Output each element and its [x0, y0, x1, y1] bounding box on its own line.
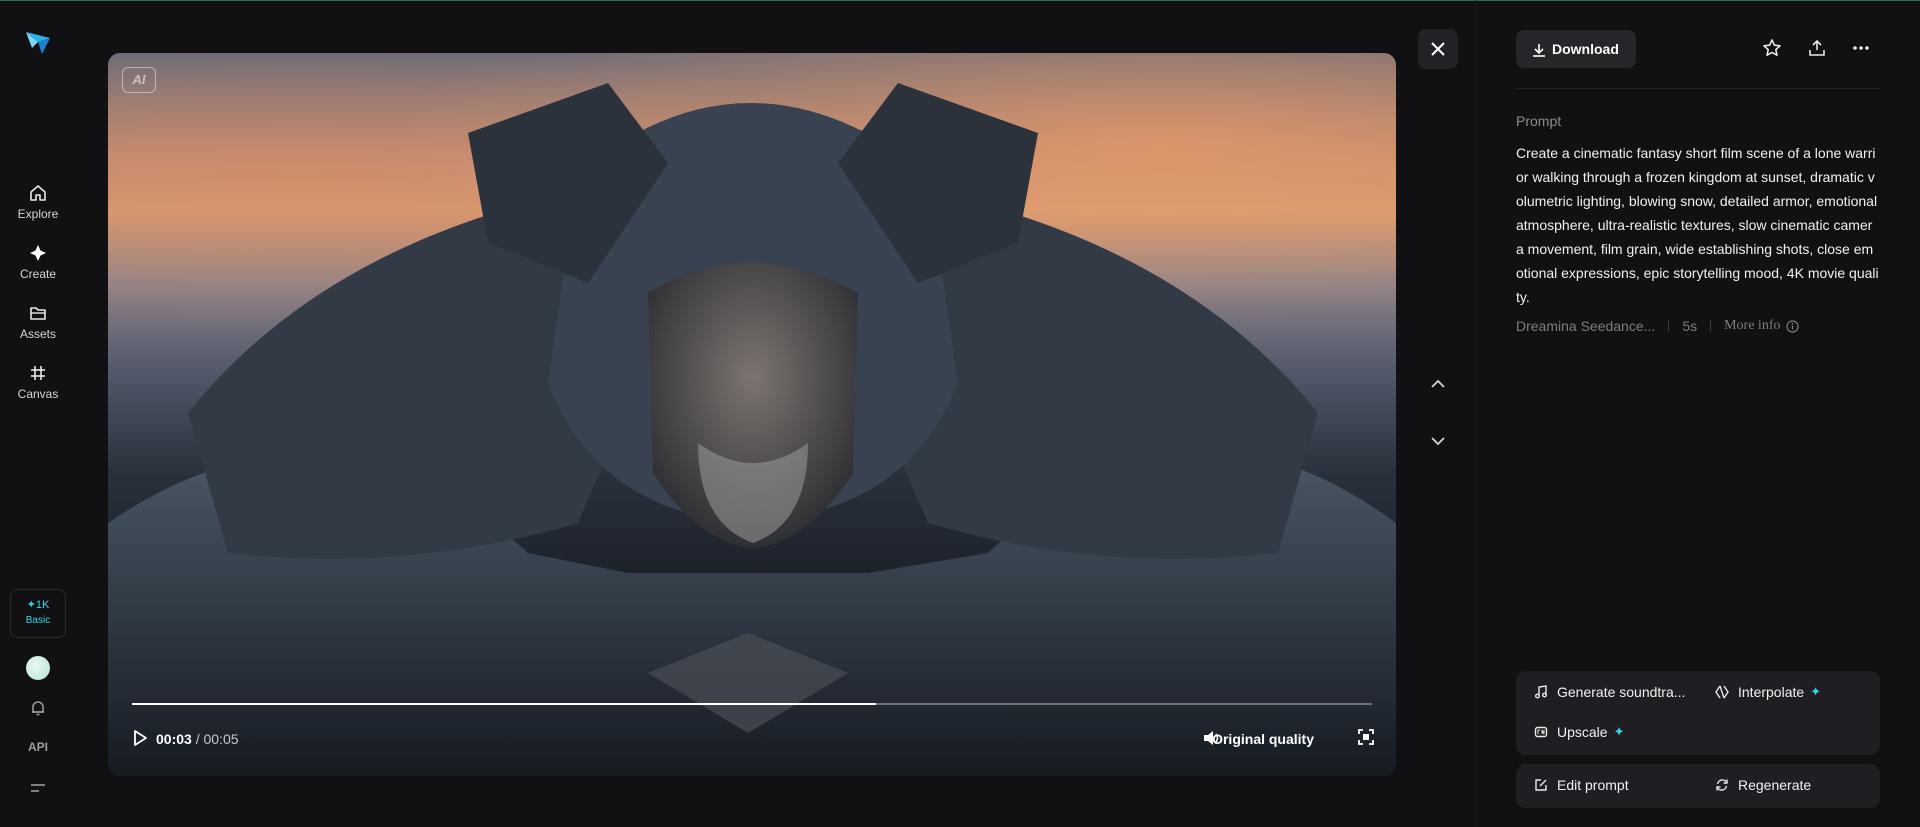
- upscale-icon: [1534, 726, 1548, 738]
- edit-prompt-label: Edit prompt: [1557, 777, 1629, 793]
- favorite-star-icon[interactable]: [1762, 38, 1782, 58]
- folder-icon: [30, 307, 46, 320]
- plan-name: Basic: [25, 615, 51, 626]
- nav-explore[interactable]: Explore: [0, 183, 76, 221]
- more-options-icon[interactable]: [1851, 38, 1871, 58]
- more-info-label: More info: [1724, 318, 1781, 333]
- credits-badge[interactable]: ✦1K Basic: [10, 589, 66, 638]
- bell-icon[interactable]: [29, 699, 47, 717]
- current-time: 00:03: [156, 731, 192, 747]
- quality-selector[interactable]: Original quality: [1212, 731, 1314, 747]
- regenerate-button[interactable]: Regenerate: [1715, 777, 1811, 793]
- credits-value: ✦1K: [26, 599, 50, 611]
- knight-scene-image: [108, 83, 1396, 776]
- video-time: 00:03 / 00:05: [156, 731, 239, 747]
- meta-separator: [1668, 320, 1670, 332]
- model-name: Dreamina Seedance...: [1516, 318, 1656, 334]
- interpolate-icon: [1715, 685, 1729, 699]
- download-button[interactable]: Download: [1516, 30, 1636, 68]
- api-link[interactable]: API: [0, 740, 76, 754]
- nav-create-label: Create: [19, 267, 57, 281]
- fullscreen-icon[interactable]: [1358, 729, 1374, 745]
- nav-canvas-label: Canvas: [17, 387, 59, 401]
- avatar[interactable]: [26, 656, 50, 680]
- nav-assets-label: Assets: [19, 327, 56, 341]
- video-length: 5s: [1682, 318, 1698, 334]
- interpolate-button[interactable]: Interpolate ✦: [1715, 684, 1821, 700]
- video-progress-fill: [132, 703, 876, 705]
- regenerate-label: Regenerate: [1738, 777, 1812, 793]
- info-icon: [1785, 319, 1799, 333]
- menu-icon[interactable]: [29, 780, 47, 796]
- time-separator: /: [191, 731, 204, 747]
- tools-panel: Generate soundtra... Interpolate ✦ Upscal…: [1516, 671, 1880, 755]
- video-player[interactable]: AI 00:03 / 00:05 Original quality: [108, 53, 1396, 776]
- sparkle-icon: [30, 245, 46, 261]
- nav-assets[interactable]: Assets: [0, 303, 76, 341]
- share-icon[interactable]: [1807, 38, 1827, 58]
- top-accent-line: [0, 0, 1920, 1]
- next-item-chevron-down-icon[interactable]: [1428, 431, 1448, 451]
- premium-sparkle-icon: ✦: [1810, 684, 1822, 699]
- nav-canvas[interactable]: Canvas: [0, 363, 76, 401]
- ai-badge: AI: [122, 67, 156, 93]
- more-info-link[interactable]: More info: [1724, 318, 1799, 334]
- music-note-icon: [1535, 685, 1547, 699]
- upscale-button[interactable]: Upscale ✦: [1534, 724, 1625, 740]
- play-icon[interactable]: [132, 729, 148, 747]
- left-sidebar: Explore Create Assets Canvas ✦1K Basic A…: [0, 0, 76, 827]
- upscale-label: Upscale: [1557, 724, 1608, 740]
- download-label: Download: [1552, 41, 1619, 57]
- generation-meta: Dreamina Seedance... 5s More info: [1516, 318, 1799, 334]
- nav-explore-label: Explore: [17, 207, 59, 221]
- prompt-label: Prompt: [1516, 113, 1562, 129]
- meta-separator: [1710, 320, 1712, 332]
- download-icon: [1533, 44, 1545, 57]
- panel-header-divider: [1516, 88, 1880, 89]
- prompt-text: Create a cinematic fantasy short film sc…: [1516, 145, 1879, 305]
- home-icon: [30, 185, 46, 201]
- canvas-icon: [31, 366, 45, 380]
- app-logo-icon[interactable]: [24, 28, 52, 56]
- actions-panel: Edit prompt Regenerate: [1516, 764, 1880, 808]
- edit-prompt-button[interactable]: Edit prompt: [1534, 777, 1629, 793]
- duration: 00:05: [203, 731, 239, 747]
- video-progress-bar[interactable]: [132, 703, 1372, 705]
- panel-divider: [1476, 0, 1477, 827]
- close-icon: [1431, 42, 1445, 56]
- edit-icon: [1535, 779, 1547, 791]
- nav-create[interactable]: Create: [0, 243, 76, 281]
- close-button[interactable]: [1418, 29, 1458, 69]
- generate-soundtrack-button[interactable]: Generate soundtra...: [1534, 684, 1685, 700]
- premium-sparkle-icon: ✦: [1613, 724, 1625, 739]
- generate-soundtrack-label: Generate soundtra...: [1557, 684, 1686, 700]
- previous-item-chevron-up-icon[interactable]: [1428, 374, 1448, 394]
- refresh-icon: [1716, 779, 1728, 791]
- interpolate-label: Interpolate: [1738, 684, 1805, 700]
